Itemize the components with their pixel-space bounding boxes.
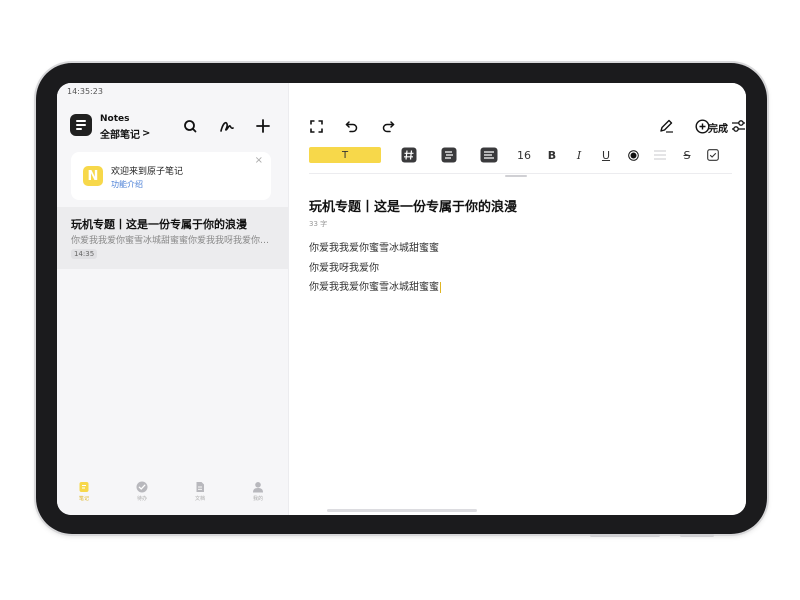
notes-sidebar: Notes 全部笔记 > N 欢迎来到原子笔记 功能介绍 × 玩机专题丨这是一份… [57, 83, 289, 515]
person-icon [253, 482, 263, 493]
document-icon [196, 482, 204, 492]
heading-button[interactable] [399, 146, 419, 164]
align-icon [654, 150, 666, 160]
nav-label: 笔记 [78, 496, 89, 502]
block-icon [480, 147, 498, 163]
app-title: Notes [100, 114, 130, 124]
feature-intro-link[interactable]: 功能介绍 [111, 179, 143, 190]
pen-icon [659, 119, 673, 133]
note-icon [79, 482, 89, 492]
text-color-button[interactable] [625, 146, 641, 164]
text-cursor [440, 281, 441, 293]
block-style-button[interactable] [479, 146, 499, 164]
list-style-button[interactable] [439, 146, 459, 164]
note-list-item[interactable]: 玩机专题丨这是一份专属于你的浪漫 你爱我我爱你蜜雪冰城甜蜜蜜你爱我我呀我爱你… … [57, 207, 288, 269]
home-indicator [327, 509, 477, 512]
italic-button[interactable]: I [571, 146, 587, 164]
toolbar-divider [309, 173, 732, 174]
note-item-title: 玩机专题丨这是一份专属于你的浪漫 [71, 218, 247, 231]
plus-icon [256, 119, 270, 133]
tablet-screen: Notes 全部笔记 > N 欢迎来到原子笔记 功能介绍 × 玩机专题丨这是一份… [57, 83, 746, 515]
undo-icon [345, 121, 358, 133]
hash-icon [401, 147, 417, 163]
handwriting-button[interactable] [218, 117, 236, 135]
bold-button[interactable]: B [544, 146, 560, 164]
word-count: 33 字 [309, 220, 328, 228]
list-icon [441, 147, 457, 163]
check-circle-icon [136, 481, 148, 493]
search-button[interactable] [181, 117, 199, 135]
nav-item-notes[interactable]: 笔记 [64, 481, 104, 502]
chevron-right-icon: > [142, 128, 151, 139]
undo-button[interactable] [343, 117, 361, 135]
align-button[interactable] [652, 146, 668, 164]
search-icon [184, 120, 197, 133]
note-item-time: 14:35 [71, 249, 98, 259]
color-dot-icon [627, 149, 639, 161]
checkbox-icon [707, 149, 719, 161]
welcome-title: 欢迎来到原子笔记 [111, 167, 184, 177]
note-title[interactable]: 玩机专题丨这是一份专属于你的浪漫 [309, 196, 517, 215]
close-icon[interactable]: × [255, 155, 263, 166]
nav-item-todo[interactable]: 待办 [122, 481, 162, 502]
text-style-button[interactable]: T [309, 147, 381, 163]
note-item-preview: 你爱我我爱你蜜雪冰城甜蜜蜜你爱我我呀我爱你… [71, 236, 270, 246]
app-logo-icon [70, 114, 92, 136]
settings-button[interactable] [729, 117, 746, 135]
format-toolbar: T 16 B I U S [309, 146, 732, 164]
note-body-line[interactable]: 你爱我我爱你蜜雪冰城甜蜜蜜 [309, 239, 439, 254]
checkbox-button[interactable] [705, 146, 721, 164]
folder-selector[interactable]: 全部笔记 > [100, 126, 150, 141]
note-body-line[interactable]: 你爱我我爱你蜜雪冰城甜蜜蜜 [309, 278, 441, 293]
power-button [680, 534, 714, 537]
strikethrough-button[interactable]: S [679, 146, 695, 164]
drag-handle[interactable] [505, 175, 527, 177]
note-body-line[interactable]: 你爱我呀我爱你 [309, 259, 379, 274]
fullscreen-button[interactable] [307, 117, 325, 135]
redo-icon [382, 121, 395, 133]
note-editor: 完成 T 16 B I U S 玩机专题丨这是一份专属于你的浪漫 33 字 你爱… [289, 83, 746, 515]
signature-icon [220, 121, 234, 132]
app-brand-icon: N [83, 166, 103, 186]
nav-label: 待办 [136, 496, 147, 502]
note-body-text: 你爱我我爱你蜜雪冰城甜蜜蜜 [309, 282, 439, 293]
nav-item-profile[interactable]: 我的 [238, 481, 278, 502]
nav-item-docs[interactable]: 文档 [180, 481, 220, 502]
sliders-icon [731, 120, 745, 132]
welcome-card[interactable]: N 欢迎来到原子笔记 功能介绍 × [71, 152, 271, 200]
font-size-button[interactable]: 16 [515, 146, 533, 164]
new-note-button[interactable] [254, 117, 272, 135]
done-button[interactable]: 完成 [708, 120, 728, 135]
nav-label: 文档 [194, 496, 205, 502]
underline-button[interactable]: U [598, 146, 614, 164]
status-time: 14:35:23 [67, 87, 103, 96]
pen-button[interactable] [657, 117, 675, 135]
bottom-nav: 笔记 待办 文档 我的 [57, 467, 288, 515]
nav-label: 我的 [252, 496, 263, 502]
expand-icon [309, 119, 323, 133]
volume-button [590, 534, 660, 537]
redo-button[interactable] [379, 117, 397, 135]
folder-label: 全部笔记 [100, 130, 140, 141]
